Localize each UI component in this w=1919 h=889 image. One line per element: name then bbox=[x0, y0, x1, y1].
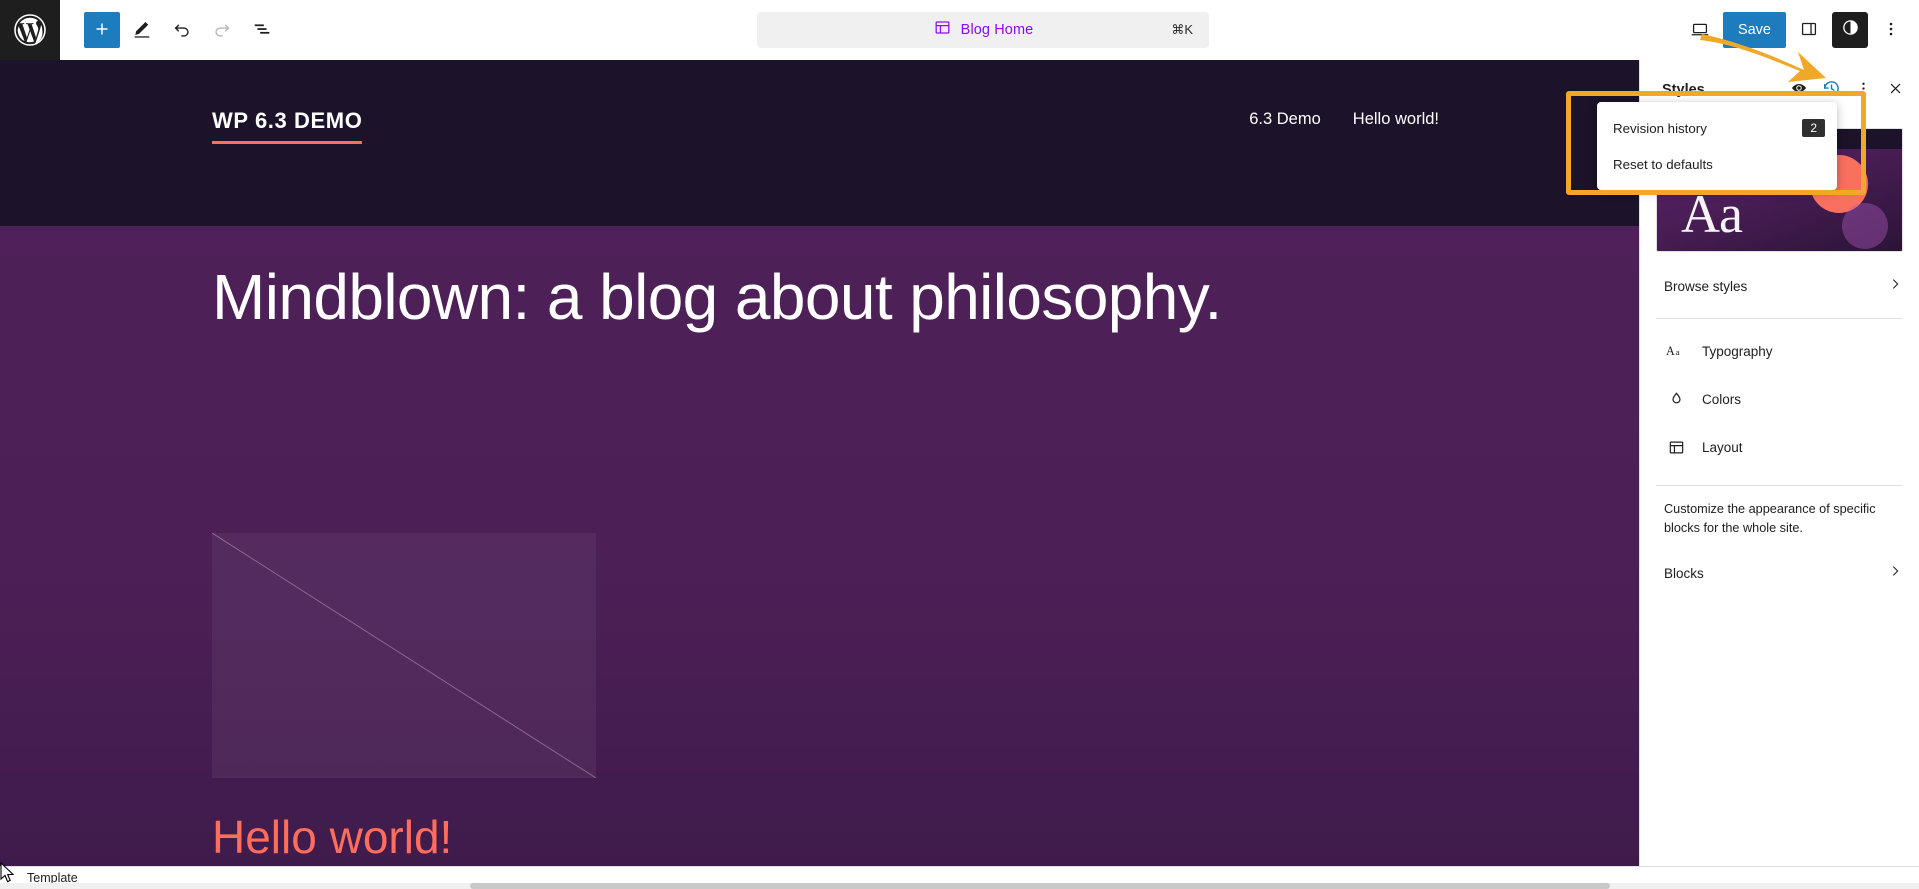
contrast-styles-icon bbox=[1840, 17, 1861, 43]
more-vertical-icon bbox=[1854, 79, 1873, 101]
placeholder-diagonal-icon bbox=[212, 533, 596, 778]
panel-divider-2 bbox=[1656, 485, 1903, 486]
save-button[interactable]: Save bbox=[1722, 12, 1786, 48]
preview-purple-circle bbox=[1842, 203, 1888, 249]
list-view-icon bbox=[251, 18, 273, 43]
settings-sidebar-button[interactable] bbox=[1791, 12, 1827, 48]
styles-more-dropdown-menu: Revision history 2 Reset to defaults bbox=[1597, 102, 1837, 190]
editor-options-button[interactable] bbox=[1873, 12, 1909, 48]
site-title[interactable]: WP 6.3 DEMO bbox=[212, 108, 363, 144]
styles-row-typography[interactable]: A a Typography bbox=[1640, 327, 1919, 375]
styles-more-button[interactable] bbox=[1847, 74, 1879, 106]
sidebar-panel-icon bbox=[1798, 18, 1820, 43]
more-vertical-icon bbox=[1881, 19, 1901, 42]
browse-styles-row[interactable]: Browse styles bbox=[1640, 262, 1919, 310]
command-center-title: Blog Home bbox=[960, 22, 1034, 38]
preview-device-button[interactable] bbox=[1682, 12, 1718, 48]
styles-row-blocks[interactable]: Blocks bbox=[1640, 549, 1919, 597]
edit-tools-button[interactable] bbox=[124, 12, 160, 48]
revision-count-badge: 2 bbox=[1802, 119, 1825, 137]
site-header-block[interactable]: WP 6.3 DEMO 6.3 Demo Hello world! bbox=[0, 60, 1639, 226]
revision-history-button[interactable] bbox=[1815, 74, 1847, 106]
wordpress-logo-icon bbox=[13, 13, 47, 47]
redo-button[interactable] bbox=[204, 12, 240, 48]
command-center-button[interactable]: Blog Home ⌘K bbox=[757, 12, 1209, 48]
chevron-right-icon bbox=[1887, 563, 1903, 583]
revision-history-icon bbox=[1821, 78, 1842, 102]
menu-item-reset-to-defaults[interactable]: Reset to defaults bbox=[1597, 146, 1837, 182]
page-scrollbar-horizontal[interactable] bbox=[0, 883, 1919, 889]
nav-link-0[interactable]: 6.3 Demo bbox=[1249, 110, 1321, 129]
styles-row-layout[interactable]: Layout bbox=[1640, 423, 1919, 471]
styles-row-colors-label: Colors bbox=[1702, 391, 1742, 407]
editor-top-bar: Blog Home ⌘K Save bbox=[0, 0, 1919, 60]
menu-item-revision-history[interactable]: Revision history 2 bbox=[1597, 110, 1837, 146]
template-icon bbox=[933, 18, 952, 42]
site-navigation[interactable]: 6.3 Demo Hello world! bbox=[1249, 110, 1439, 129]
menu-item-revision-history-label: Revision history bbox=[1613, 120, 1707, 136]
browse-styles-label: Browse styles bbox=[1664, 278, 1748, 294]
featured-image-placeholder[interactable] bbox=[212, 533, 596, 778]
panel-divider-1 bbox=[1656, 318, 1903, 319]
add-block-button[interactable] bbox=[84, 12, 120, 48]
blocks-description: Customize the appearance of specific blo… bbox=[1664, 502, 1876, 535]
redo-icon bbox=[211, 18, 233, 43]
list-view-button[interactable] bbox=[244, 12, 280, 48]
style-book-icon bbox=[1789, 78, 1809, 101]
site-content-area[interactable]: Mindblown: a blog about philosophy. Hell… bbox=[0, 226, 1639, 866]
colors-drop-icon bbox=[1664, 390, 1688, 409]
styles-toggle-button[interactable] bbox=[1832, 12, 1868, 48]
svg-text:A: A bbox=[1666, 344, 1675, 358]
toolbar-left-group bbox=[60, 12, 280, 48]
styles-row-layout-label: Layout bbox=[1702, 439, 1743, 455]
site-editor-canvas[interactable]: WP 6.3 DEMO 6.3 Demo Hello world! Mindbl… bbox=[0, 60, 1639, 866]
plus-icon bbox=[91, 18, 113, 43]
styles-panel-title: Styles bbox=[1662, 81, 1705, 98]
chevron-right-icon bbox=[1887, 276, 1903, 296]
undo-icon bbox=[171, 18, 193, 43]
close-icon bbox=[1886, 79, 1905, 101]
close-styles-button[interactable] bbox=[1879, 74, 1911, 106]
post-title[interactable]: Hello world! bbox=[212, 814, 452, 860]
undo-button[interactable] bbox=[164, 12, 200, 48]
hero-heading[interactable]: Mindblown: a blog about philosophy. bbox=[212, 263, 1222, 331]
preview-sample-text: Aa bbox=[1681, 184, 1743, 244]
command-center-shortcut: ⌘K bbox=[1171, 22, 1193, 37]
pencil-icon bbox=[131, 18, 153, 43]
desktop-preview-icon bbox=[1689, 18, 1711, 43]
wordpress-logo-button[interactable] bbox=[0, 0, 60, 60]
style-book-button[interactable] bbox=[1783, 74, 1815, 106]
nav-link-1[interactable]: Hello world! bbox=[1353, 110, 1439, 129]
styles-row-blocks-label: Blocks bbox=[1664, 565, 1704, 581]
typography-icon: A a bbox=[1664, 342, 1688, 360]
page-scrollbar-horizontal-thumb[interactable] bbox=[470, 883, 1610, 889]
toolbar-right-group: Save bbox=[1682, 0, 1909, 60]
styles-row-typography-label: Typography bbox=[1702, 343, 1773, 359]
layout-icon bbox=[1664, 438, 1688, 457]
menu-item-reset-to-defaults-label: Reset to defaults bbox=[1613, 156, 1713, 172]
svg-text:a: a bbox=[1675, 347, 1679, 357]
styles-row-colors[interactable]: Colors bbox=[1640, 375, 1919, 423]
